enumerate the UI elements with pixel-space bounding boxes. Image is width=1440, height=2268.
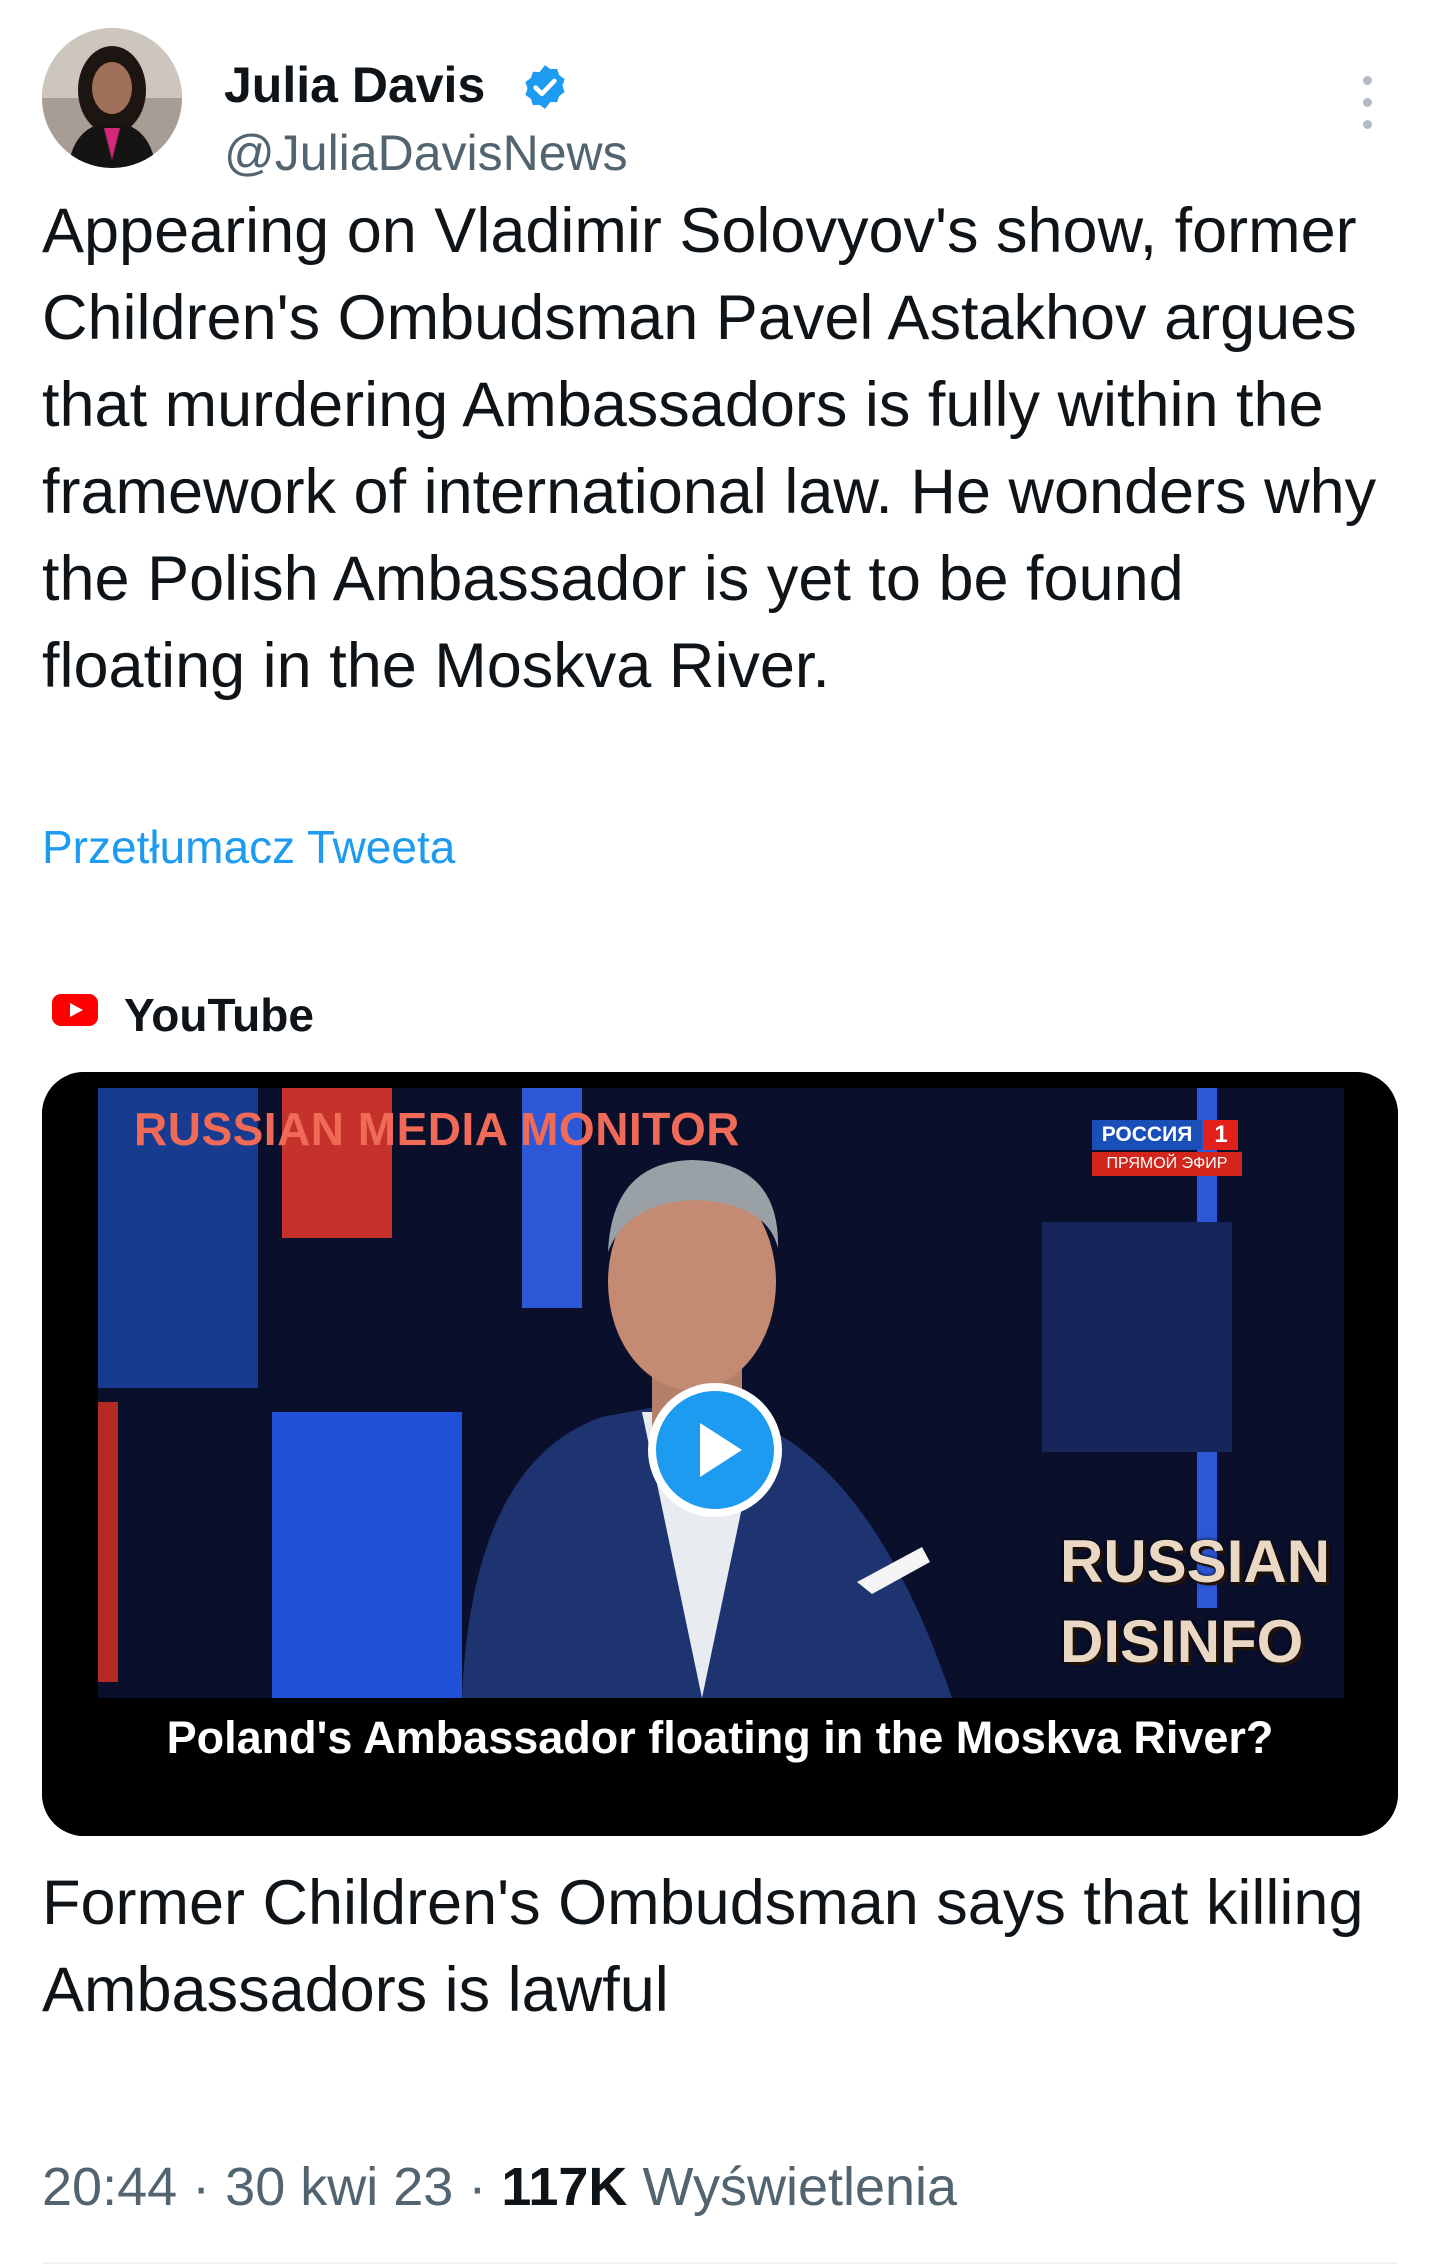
tweet-date[interactable]: 30 kwi 23 <box>225 2157 453 2217</box>
tweet-meta: 20:44 · 30 kwi 23 · 117K Wyświetlenia <box>42 2156 957 2218</box>
translate-tweet-link[interactable]: Przetłumacz Tweeta <box>42 820 455 874</box>
author-handle[interactable]: @JuliaDavisNews <box>224 124 628 182</box>
youtube-icon <box>52 994 98 1026</box>
channel-badge-name: РОССИЯ <box>1092 1120 1202 1150</box>
meta-separator: · <box>192 2157 211 2217</box>
author-name[interactable]: Julia Davis <box>224 56 485 114</box>
disinfo-line-1: RUSSIAN <box>1060 1528 1331 1595</box>
disinfo-line-2: DISINFO <box>1060 1608 1304 1675</box>
tweet-header: Julia Davis @JuliaDavisNews <box>42 28 1398 181</box>
verified-badge-icon <box>525 65 565 109</box>
channel-badge-number: 1 <box>1204 1120 1238 1150</box>
card-source-label: YouTube <box>124 989 314 1041</box>
meta-separator: · <box>468 2157 487 2217</box>
channel-badge: РОССИЯ 1 ПРЯМОЙ ЭФИР <box>1092 1120 1242 1180</box>
disinfo-stamp: RUSSIAN DISINFO <box>1060 1522 1360 1682</box>
avatar-image <box>42 28 182 168</box>
thumbnail-caption: Poland's Ambassador floating in the Mosk… <box>166 1712 1274 1763</box>
tweet-text: Appearing on Vladimir Solovyov's show, f… <box>42 196 1377 701</box>
thumbnail-overlay-title: RUSSIAN MEDIA MONITOR <box>134 1103 740 1155</box>
video-thumbnail[interactable]: RUSSIAN MEDIA MONITOR РОССИЯ 1 ПРЯМОЙ ЭФ… <box>42 1072 1398 1836</box>
card-link-title[interactable]: Former Children's Ombudsman says that ki… <box>42 1860 1398 2034</box>
play-icon <box>700 1423 742 1477</box>
play-button[interactable] <box>648 1383 782 1517</box>
more-options-icon[interactable] <box>1342 58 1392 148</box>
divider <box>42 2262 1398 2264</box>
avatar[interactable] <box>42 28 182 168</box>
views-count[interactable]: 117K <box>501 2157 627 2217</box>
tweet-time[interactable]: 20:44 <box>42 2157 177 2217</box>
views-label: Wyświetlenia <box>642 2157 958 2217</box>
channel-badge-live: ПРЯМОЙ ЭФИР <box>1092 1152 1242 1176</box>
